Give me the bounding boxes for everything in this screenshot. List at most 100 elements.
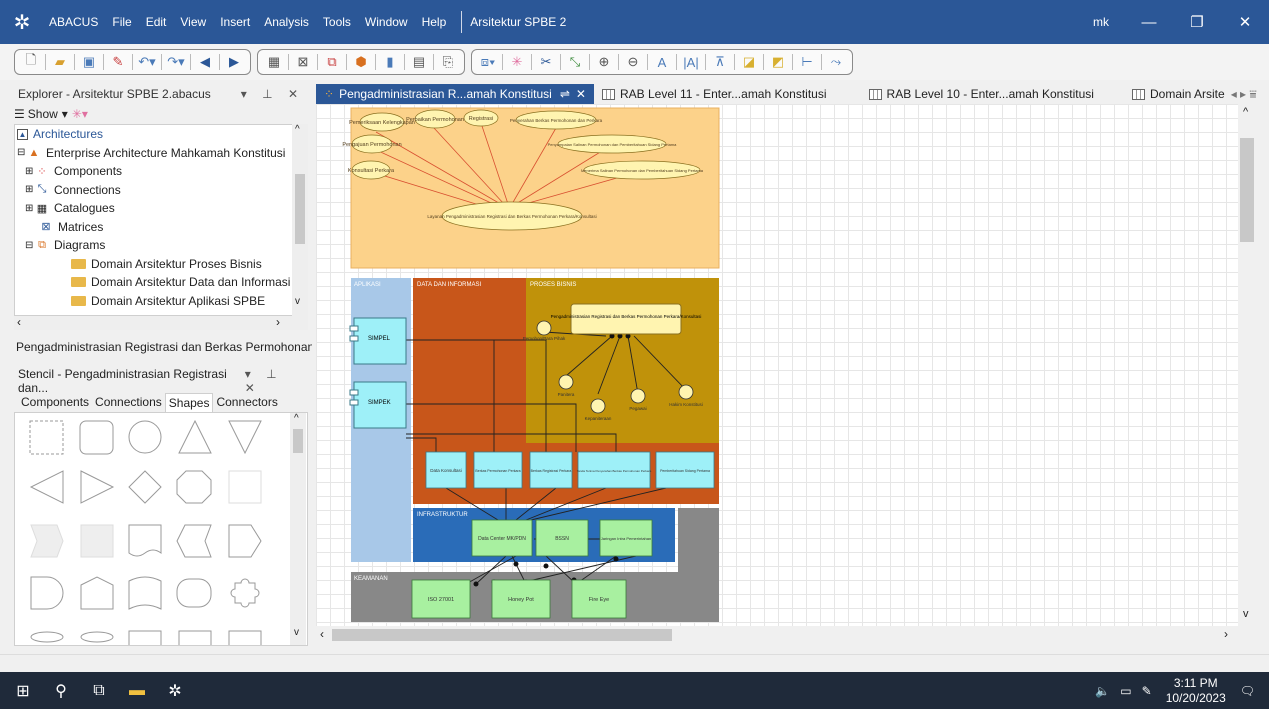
shape-cylinder[interactable] — [30, 631, 64, 643]
process-main[interactable] — [570, 303, 682, 335]
network-icon[interactable]: ▭ — [1120, 684, 1131, 698]
star-icon[interactable]: ✳ — [505, 51, 529, 73]
component-icon[interactable]: ⬢ — [349, 51, 373, 73]
tab-connectors[interactable]: Connectors — [213, 393, 280, 413]
actor-hakim[interactable] — [678, 384, 694, 400]
tree-item-domain-proses-bisnis[interactable]: Domain Arsitektur Proses Bisnis — [15, 255, 307, 274]
diagram-icon[interactable]: ⧉ — [320, 51, 344, 73]
cut-icon[interactable]: ✂ — [534, 51, 558, 73]
shape-puzzle[interactable] — [230, 578, 260, 608]
redo-icon[interactable]: ↷▾ — [164, 51, 188, 73]
tab-connections[interactable]: Connections — [92, 393, 165, 413]
export-icon[interactable]: ⎘ — [436, 51, 460, 73]
tree-item-connections[interactable]: ⊞ ⤡ Connections — [15, 181, 307, 200]
shape-rectangle[interactable] — [29, 420, 64, 455]
collapse-icon[interactable]: ▲ — [17, 128, 28, 140]
menu-edit[interactable]: Edit — [139, 15, 174, 29]
tree-item-matrices[interactable]: ⊠ Matrices — [15, 218, 307, 237]
chart-icon[interactable]: ▮ — [378, 51, 402, 73]
shape-circle[interactable] — [128, 420, 162, 454]
scroll-right-icon[interactable]: › — [1224, 627, 1228, 641]
scroll-up-icon[interactable]: ^ — [295, 124, 300, 135]
scroll-down-icon[interactable]: v — [295, 296, 300, 307]
scroll-right-icon[interactable]: › — [276, 315, 280, 329]
report-icon[interactable]: ▤ — [407, 51, 431, 73]
align-top-icon[interactable]: ⊼ — [708, 51, 732, 73]
shape-square[interactable] — [228, 470, 262, 504]
plus-icon[interactable]: ⊞ — [25, 184, 35, 195]
undo-icon[interactable]: ↶▾ — [135, 51, 159, 73]
font-icon[interactable]: A — [650, 51, 674, 73]
restore-icon[interactable]: ❐ — [1173, 13, 1221, 31]
tree-item-components[interactable]: ⊞ ⁘ Components — [15, 162, 307, 181]
canvas-vertical-scrollbar[interactable]: ^ v — [1238, 104, 1256, 626]
lane-proses[interactable] — [526, 278, 719, 443]
tab-components[interactable]: Components — [18, 393, 92, 413]
chevron-down-icon[interactable]: ▾ — [62, 107, 68, 121]
shape-chevron[interactable] — [30, 524, 64, 558]
tree-horizontal-scrollbar[interactable]: ‹ › — [14, 315, 308, 330]
shape-triangle-left[interactable] — [29, 470, 64, 504]
menu-tools[interactable]: Tools — [316, 15, 358, 29]
delete-icon[interactable]: ✎ — [106, 51, 130, 73]
scroll-thumb[interactable] — [332, 629, 672, 641]
scroll-thumb[interactable] — [295, 174, 305, 244]
tab-scroll-icon[interactable]: ◂ ▸ ⩸ — [1231, 87, 1257, 102]
shape-document[interactable] — [128, 524, 162, 557]
zoom-out-icon[interactable]: ⊖ — [621, 51, 645, 73]
scroll-left-icon[interactable]: ‹ — [320, 627, 324, 641]
show-dropdown[interactable]: Show — [28, 107, 58, 121]
clock[interactable]: 3:11 PM 10/20/2023 — [1166, 676, 1226, 706]
back-icon[interactable]: ◀ — [193, 51, 217, 73]
actor-pemohon[interactable] — [536, 320, 552, 336]
shape-display[interactable] — [176, 524, 212, 558]
shape-ellipse[interactable] — [80, 631, 114, 643]
tree-item-diagrams[interactable]: ⊟ ⧉ Diagrams — [15, 236, 307, 255]
menu-insert[interactable]: Insert — [213, 15, 257, 29]
shape-delay[interactable] — [30, 576, 64, 610]
tree-item-catalogues[interactable]: ⊞ ▦ Catalogues — [15, 199, 307, 218]
windows-start-icon[interactable]: ⊞ — [4, 672, 42, 709]
minus-icon[interactable]: ⊟ — [25, 240, 35, 251]
actor-panitera[interactable] — [558, 374, 574, 390]
plus-icon[interactable]: ⊞ — [25, 166, 35, 177]
scroll-up-icon[interactable]: ^ — [294, 413, 299, 424]
shape-arrow-box[interactable] — [228, 524, 262, 558]
menu-help[interactable]: Help — [415, 15, 454, 29]
minimize-icon[interactable]: — — [1125, 14, 1173, 31]
close-icon[interactable]: ✕ — [1221, 13, 1269, 31]
shape-tab[interactable] — [228, 630, 262, 646]
forward-icon[interactable]: ▶ — [222, 51, 246, 73]
filter-star-icon[interactable]: ✳▾ — [72, 107, 88, 121]
tab-pengadministrasian[interactable]: ⁘ Pengadministrasian R...amah Konstitusi… — [316, 84, 594, 104]
shape-octagon[interactable] — [176, 470, 212, 504]
scroll-up-icon[interactable]: ^ — [1243, 106, 1248, 118]
scroll-thumb[interactable] — [293, 429, 303, 453]
diagram-canvas[interactable]: Pemeriksaan Kelengkapan Perbaikan Permoh… — [316, 104, 1238, 626]
zoom-in-icon[interactable]: ⊕ — [592, 51, 616, 73]
abacus-app-icon[interactable]: ✲ — [156, 672, 194, 709]
tree-item-enterprise-architecture[interactable]: ⊟ ▲ Enterprise Architecture Mahkamah Kon… — [15, 144, 307, 163]
bring-front-icon[interactable]: ◪ — [737, 51, 761, 73]
pin-icon[interactable]: ⇌ — [560, 87, 570, 101]
tab-rab-level-11[interactable]: RAB Level 11 - Enter...amah Konstitusi — [594, 84, 835, 104]
tab-shapes[interactable]: Shapes — [164, 393, 214, 413]
tab-domain-arsitektur[interactable]: Domain Arsite ◂ ▸ ⩸ — [1124, 84, 1265, 104]
shape-rounded-rectangle[interactable] — [79, 420, 114, 455]
layout-icon[interactable]: ⧈▾ — [476, 51, 500, 73]
send-back-icon[interactable]: ◩ — [766, 51, 790, 73]
panel-controls[interactable]: ▾ ⊥ ✕ — [245, 367, 304, 395]
scroll-left-icon[interactable]: ‹ — [17, 315, 21, 329]
scroll-down-icon[interactable]: v — [1243, 608, 1249, 620]
connector-icon[interactable]: ⤡ — [563, 51, 587, 73]
shape-tape[interactable] — [178, 630, 212, 646]
shape-triangle-down[interactable] — [228, 420, 262, 455]
tree-vertical-scrollbar[interactable]: ^ v — [292, 124, 308, 316]
menu-view[interactable]: View — [173, 15, 213, 29]
shape-wave[interactable] — [128, 576, 162, 610]
tree-item-domain-aplikasi[interactable]: Domain Arsitektur Aplikasi SPBE — [15, 292, 307, 311]
pen-icon[interactable]: ✎ — [1142, 684, 1152, 698]
save-icon[interactable]: ▣ — [77, 51, 101, 73]
actor-kepaniteraan[interactable] — [590, 398, 606, 414]
actor-pegawai[interactable] — [630, 388, 646, 404]
